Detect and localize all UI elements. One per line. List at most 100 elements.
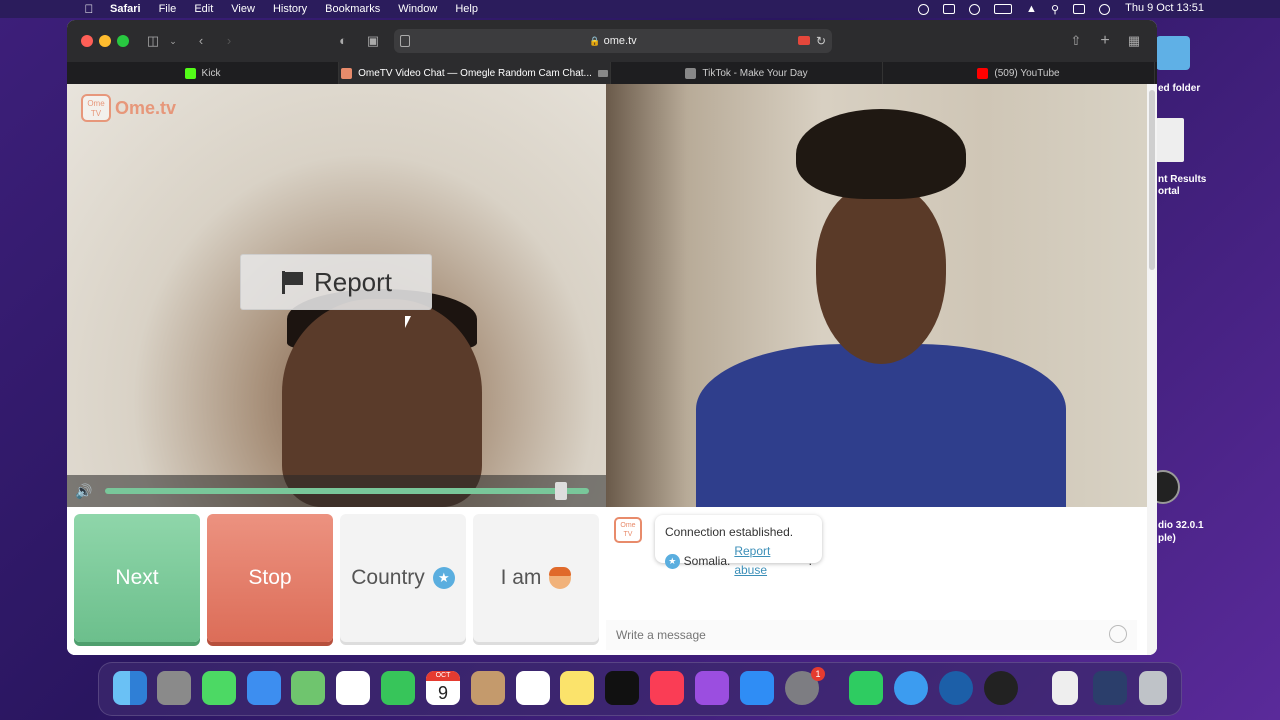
reminders-icon[interactable] (516, 671, 550, 705)
privacy-shield-icon[interactable]: ◐ (335, 33, 351, 49)
trash-icon[interactable] (1139, 671, 1167, 705)
screenshot-icon[interactable] (1093, 671, 1127, 705)
quicktime-icon[interactable] (939, 671, 973, 705)
gender-button[interactable]: I am (473, 514, 599, 642)
reader-icon[interactable] (400, 35, 410, 47)
menu-view[interactable]: View (231, 3, 255, 15)
contacts-icon[interactable] (471, 671, 505, 705)
volume-control: 🔊 (67, 475, 606, 507)
wifi-icon[interactable]: ▲ (1026, 3, 1037, 15)
desktop-pdf-icon[interactable] (1156, 118, 1184, 162)
country-label: Country (351, 566, 425, 589)
connection-status: Connection established. (665, 525, 794, 539)
sidebar-toggle-icon[interactable]: ◫ (145, 33, 161, 49)
desktop-obs-label-2: ple) (1158, 533, 1176, 544)
mail-icon[interactable] (247, 671, 281, 705)
control-center-icon[interactable] (1073, 4, 1085, 14)
tab-title: TikTok - Make Your Day (702, 67, 808, 79)
calendar-icon[interactable]: OCT 9 (426, 671, 460, 705)
ometv-favicon-icon (341, 67, 353, 79)
message-input[interactable] (606, 620, 1137, 650)
volume-slider-track[interactable] (105, 488, 589, 494)
calendar-day: 9 (437, 683, 448, 703)
system-message: Connection established. ★ Somalia. Repor… (655, 515, 822, 577)
menu-window[interactable]: Window (398, 3, 437, 15)
emoji-picker-icon[interactable] (1109, 625, 1127, 643)
messages-icon[interactable] (202, 671, 236, 705)
menu-clock[interactable]: Thu 9 Oct 13:51 (1125, 2, 1204, 14)
next-button[interactable]: Next (74, 514, 200, 642)
report-button[interactable]: Report (240, 254, 432, 310)
stop-button[interactable]: Stop (207, 514, 333, 642)
extension-icon[interactable]: ▣ (365, 33, 381, 49)
zoom-window-button[interactable] (117, 35, 129, 47)
speaker-icon[interactable]: 🔊 (75, 483, 92, 500)
vpn-icon[interactable] (918, 3, 930, 15)
title-bar: ◫ ⌄ ‹ › ◐ ▣ 🔒 ome.tv ↻ ⇧ + ▦ (67, 20, 1157, 62)
podcasts-icon[interactable] (695, 671, 729, 705)
youtube-favicon-icon (977, 67, 989, 79)
tab-youtube[interactable]: (509) YouTube (883, 62, 1155, 84)
address-bar[interactable]: 🔒 ome.tv ↻ (394, 29, 832, 53)
url-text: ome.tv (603, 35, 637, 47)
minimize-window-button[interactable] (99, 35, 111, 47)
finder-icon[interactable] (113, 671, 147, 705)
tab-title: Kick (201, 67, 221, 79)
recording-icon[interactable] (798, 36, 810, 45)
star-icon: ★ (432, 567, 455, 589)
file-icon[interactable] (1052, 671, 1078, 705)
report-abuse-link[interactable]: Report abuse (734, 542, 804, 580)
photos-icon[interactable] (336, 671, 370, 705)
spotlight-search-icon[interactable]: ⚲ (1051, 3, 1059, 16)
menu-history[interactable]: History (273, 3, 307, 15)
next-label: Next (115, 566, 159, 589)
app-store-icon[interactable] (740, 671, 774, 705)
back-icon[interactable]: ‹ (193, 33, 209, 49)
whatsapp-icon[interactable] (849, 671, 883, 705)
camera-icon[interactable] (943, 4, 956, 14)
menu-edit[interactable]: Edit (194, 3, 213, 15)
tab-kick[interactable]: Kick (67, 62, 339, 84)
share-icon[interactable]: ⇧ (1068, 33, 1084, 49)
battery-icon[interactable] (994, 4, 1013, 14)
apple-tv-icon[interactable] (605, 671, 639, 705)
new-tab-icon[interactable]: + (1097, 33, 1113, 49)
i-am-label: I am (500, 566, 542, 589)
page-scrollbar[interactable] (1147, 84, 1157, 655)
facetime-icon[interactable] (381, 671, 415, 705)
tab-ometv[interactable]: OmeTV Video Chat — Omegle Random Cam Cha… (339, 62, 611, 84)
desktop-folder-icon[interactable] (1156, 36, 1190, 70)
menu-bookmarks[interactable]: Bookmarks (325, 3, 380, 15)
notes-icon[interactable] (560, 671, 594, 705)
menu-app-name[interactable]: Safari (110, 3, 141, 15)
obs-icon[interactable] (984, 671, 1018, 705)
close-window-button[interactable] (81, 35, 93, 47)
safari-icon[interactable] (894, 671, 928, 705)
tab-title: OmeTV Video Chat — Omegle Random Cam Cha… (358, 67, 592, 79)
text-chat-panel: Ome TV Connection established. ★ Somalia… (606, 507, 1137, 655)
reload-icon[interactable]: ↻ (816, 29, 826, 53)
menu-file[interactable]: File (159, 3, 177, 15)
desktop-file-label-2: ortal (1158, 186, 1180, 197)
tab-overview-icon[interactable]: ▦ (1126, 33, 1142, 49)
country-button[interactable]: Country ★ (340, 514, 466, 642)
apple-menu-icon[interactable]:  (82, 2, 96, 16)
settings-badge: 1 (811, 667, 825, 681)
flag-icon (280, 270, 304, 294)
maps-icon[interactable] (291, 671, 325, 705)
play-icon[interactable] (969, 3, 981, 15)
siri-icon[interactable] (1099, 3, 1110, 15)
chevron-down-icon[interactable]: ⌄ (165, 33, 181, 49)
tab-tiktok[interactable]: TikTok - Make Your Day (611, 62, 883, 84)
music-icon[interactable] (650, 671, 684, 705)
launchpad-icon[interactable] (157, 671, 191, 705)
desktop-obs-label: dio 32.0.1 (1158, 520, 1204, 531)
menu-help[interactable]: Help (455, 3, 478, 15)
page-content: Ome TV Ome.tv Report 🔊 Next Stop Country… (67, 84, 1157, 655)
stranger-video[interactable]: Ome TV Ome.tv Report 🔊 (67, 84, 606, 507)
volume-slider-thumb[interactable] (555, 482, 568, 500)
mouse-cursor (405, 316, 417, 328)
boy-emoji-icon (549, 567, 572, 589)
scrollbar-thumb[interactable] (1149, 90, 1155, 270)
forward-icon[interactable]: › (221, 33, 237, 49)
